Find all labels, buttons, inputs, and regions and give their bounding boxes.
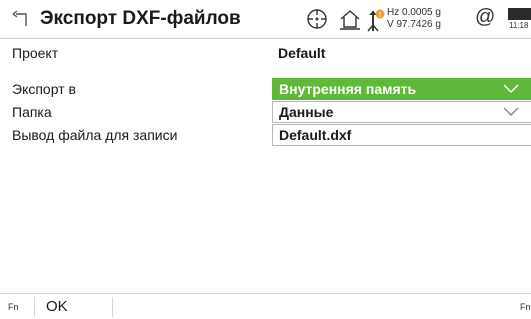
fn-key-right[interactable]: Fn: [520, 302, 531, 312]
crosshair-target-icon[interactable]: [305, 7, 329, 31]
project-label: Проект: [12, 45, 59, 61]
title-bar: Экспорт DXF-файлов ! Hz 0.0005 g V 97.74…: [0, 0, 531, 39]
export-to-value: Внутренняя память: [279, 81, 417, 97]
softkey-bar: Fn OK Fn: [0, 293, 531, 319]
export-to-row: Экспорт в Внутренняя память: [0, 78, 531, 101]
export-to-label: Экспорт в: [12, 81, 76, 97]
project-value: Default: [278, 45, 326, 61]
output-file-input[interactable]: Default.dxf: [272, 124, 531, 146]
softkey-divider: [112, 297, 113, 317]
battery-icon: 11:18: [507, 7, 531, 31]
fn-key-left[interactable]: Fn: [8, 302, 19, 312]
chevron-down-icon: [503, 107, 519, 116]
export-to-select[interactable]: Внутренняя память: [272, 78, 531, 100]
v-reading: V 97.7426 g: [387, 19, 441, 30]
project-row: Проект Default: [0, 42, 531, 65]
back-icon[interactable]: [12, 10, 28, 28]
output-file-label: Вывод файла для записи: [12, 127, 178, 143]
svg-text:!: !: [379, 12, 381, 19]
output-file-row: Вывод файла для записи Default.dxf: [0, 124, 531, 147]
softkey-divider: [34, 297, 35, 317]
home-icon[interactable]: [338, 7, 362, 31]
angle-readout: Hz 0.0005 g V 97.7426 g: [387, 7, 441, 31]
chevron-down-icon: [503, 84, 519, 93]
folder-select[interactable]: Данные: [272, 101, 531, 123]
hz-reading: Hz 0.0005 g: [387, 7, 441, 18]
folder-value: Данные: [279, 104, 334, 120]
page-title: Экспорт DXF-файлов: [40, 8, 241, 29]
at-icon[interactable]: @: [475, 6, 495, 29]
clock-time: 11:18: [509, 21, 529, 30]
folder-label: Папка: [12, 104, 52, 120]
output-file-value: Default.dxf: [279, 127, 352, 143]
ok-button[interactable]: OK: [46, 298, 68, 315]
folder-row: Папка Данные: [0, 101, 531, 124]
prism-pole-icon[interactable]: !: [364, 7, 386, 33]
